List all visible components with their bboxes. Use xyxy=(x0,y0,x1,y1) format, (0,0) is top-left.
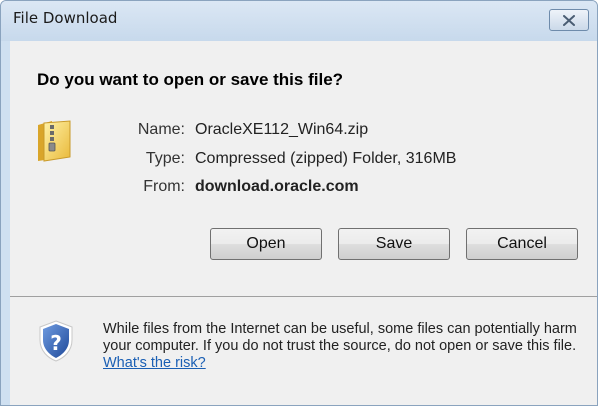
title-bar[interactable]: File Download xyxy=(1,1,597,41)
save-button[interactable]: Save xyxy=(338,228,450,260)
warning-text: While files from the Internet can be use… xyxy=(103,321,577,354)
open-button[interactable]: Open xyxy=(210,228,322,260)
from-label: From: xyxy=(143,178,185,195)
file-type-value: Compressed (zipped) Folder, 316MB xyxy=(195,150,457,167)
whats-the-risk-link[interactable]: What's the risk? xyxy=(103,355,206,371)
file-download-dialog: File Download Do you want to open or sav… xyxy=(0,0,598,406)
shield-question-icon: ? xyxy=(39,320,73,362)
security-warning: ? While files from the Internet can be u… xyxy=(10,299,597,405)
cancel-button[interactable]: Cancel xyxy=(466,228,578,260)
file-name-row: Name: OracleXE112_Win64.zip xyxy=(10,121,570,143)
dialog-body: Do you want to open or save this file? N… xyxy=(10,41,597,405)
svg-text:?: ? xyxy=(50,331,62,355)
window-title: File Download xyxy=(13,9,118,27)
file-source-row: From: download.oracle.com xyxy=(10,178,570,200)
name-label: Name: xyxy=(137,121,185,138)
file-type-row: Type: Compressed (zipped) Folder, 316MB xyxy=(10,150,570,172)
close-icon xyxy=(563,14,575,26)
warning-message: While files from the Internet can be use… xyxy=(103,321,593,372)
close-button[interactable] xyxy=(549,9,589,31)
file-name-value: OracleXE112_Win64.zip xyxy=(195,121,369,138)
file-source-value: download.oracle.com xyxy=(195,178,359,195)
dialog-question: Do you want to open or save this file? xyxy=(37,70,344,89)
type-label: Type: xyxy=(145,150,185,167)
